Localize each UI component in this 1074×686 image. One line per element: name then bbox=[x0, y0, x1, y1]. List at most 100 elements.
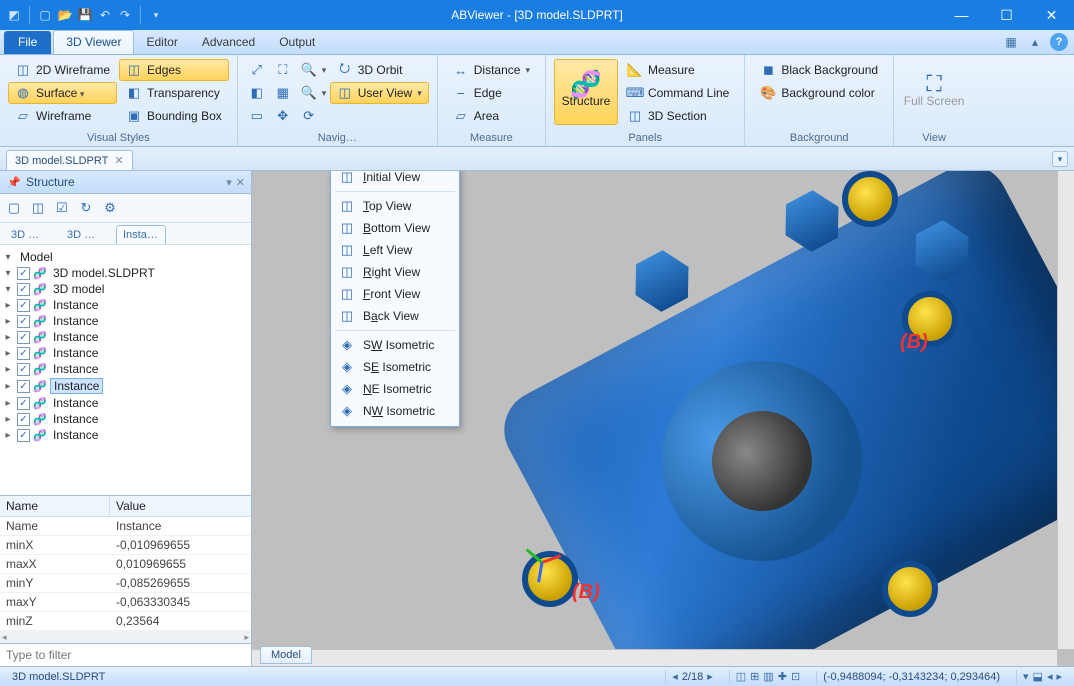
toolbar-icon-2[interactable]: ◫ bbox=[28, 198, 48, 218]
prev-page-icon[interactable]: ◂ bbox=[672, 670, 678, 683]
distance-button[interactable]: ↔Distance bbox=[446, 59, 537, 81]
wireframe2d-button[interactable]: ◫2D Wireframe bbox=[8, 59, 117, 81]
minimize-button[interactable]: — bbox=[939, 0, 984, 30]
menu-top-view[interactable]: ◫Top View bbox=[331, 195, 459, 217]
structure-tree[interactable]: ▾Model ▾✓🧬3D model.SLDPRT ▾✓🧬3D model ▸✓… bbox=[0, 245, 251, 495]
tab-file[interactable]: File bbox=[4, 31, 51, 54]
property-row[interactable]: maxY-0,063330345 bbox=[0, 593, 251, 612]
status-icon-8[interactable]: ◂ bbox=[1047, 670, 1053, 683]
help-icon[interactable]: ? bbox=[1050, 33, 1068, 51]
menu-ne-isometric[interactable]: ◈NE Isometric bbox=[331, 378, 459, 400]
nav-icon-8[interactable]: ✥ bbox=[272, 105, 296, 127]
menu-nw-isometric[interactable]: ◈NW Isometric bbox=[331, 400, 459, 422]
menu-initial-view[interactable]: ◫Initial View bbox=[331, 171, 459, 188]
zoom-dropdown[interactable]: 🔍 bbox=[298, 59, 328, 81]
property-row[interactable]: minY-0,085269655 bbox=[0, 574, 251, 593]
subtab-3dm-2[interactable]: 3D mo… bbox=[60, 225, 110, 244]
status-icon-9[interactable]: ▸ bbox=[1056, 670, 1062, 683]
prop-scrollbar[interactable]: ◂▸ bbox=[0, 631, 251, 643]
viewport-vscrollbar[interactable] bbox=[1057, 171, 1074, 649]
tab-editor[interactable]: Editor bbox=[134, 31, 189, 54]
undo-icon[interactable]: ↶ bbox=[97, 7, 113, 23]
orbit3d-button[interactable]: ⭮3D Orbit bbox=[330, 59, 429, 81]
menu-bottom-view[interactable]: ◫Bottom View bbox=[331, 217, 459, 239]
menu-right-view[interactable]: ◫Right View bbox=[331, 261, 459, 283]
command-line-button[interactable]: ⌨Command Line bbox=[620, 82, 736, 104]
toolbar-icon-1[interactable]: ▢ bbox=[4, 198, 24, 218]
status-icon-7[interactable]: ⬓ bbox=[1033, 670, 1043, 683]
measure-panel-button[interactable]: 📐Measure bbox=[620, 59, 736, 81]
dock-icon[interactable]: ▾ bbox=[226, 176, 232, 189]
subtab-instance[interactable]: Instance bbox=[116, 225, 166, 244]
status-icon-1[interactable]: ◫ bbox=[736, 670, 746, 683]
tree-node-instance[interactable]: ▸✓🧬Instance bbox=[2, 297, 249, 313]
tree-node-model[interactable]: ▾✓🧬3D model bbox=[2, 281, 249, 297]
document-tab[interactable]: 3D model.SLDPRT ✕ bbox=[6, 150, 133, 170]
close-button[interactable]: ✕ bbox=[1029, 0, 1074, 30]
status-icon-5[interactable]: ⊡ bbox=[791, 670, 800, 683]
tree-node-instance[interactable]: ▸✓🧬Instance bbox=[2, 395, 249, 411]
maximize-button[interactable]: ☐ bbox=[984, 0, 1029, 30]
toolbar-icon-3[interactable]: ☑ bbox=[52, 198, 72, 218]
transparency-button[interactable]: ◧Transparency bbox=[119, 82, 229, 104]
structure-panel-button[interactable]: 🧬 Structure bbox=[554, 59, 618, 125]
menu-se-isometric[interactable]: ◈SE Isometric bbox=[331, 356, 459, 378]
status-icon-2[interactable]: ⊞ bbox=[750, 670, 759, 683]
nav-icon-1[interactable]: ⤢ bbox=[246, 59, 270, 81]
full-screen-button[interactable]: ⛶ Full Screen bbox=[902, 59, 966, 125]
status-icon-4[interactable]: ✚ bbox=[778, 670, 787, 683]
close-tab-icon[interactable]: ✕ bbox=[114, 154, 123, 167]
tree-node-instance[interactable]: ▸✓🧬Instance bbox=[2, 427, 249, 443]
tree-node-instance[interactable]: ▸✓🧬Instance bbox=[2, 313, 249, 329]
property-row[interactable]: minX-0,010969655 bbox=[0, 536, 251, 555]
nav-icon-2[interactable]: ⛶ bbox=[272, 59, 296, 81]
nav-icon-7[interactable]: ▭ bbox=[246, 105, 270, 127]
menu-left-view[interactable]: ◫Left View bbox=[331, 239, 459, 261]
section3d-button[interactable]: ◫3D Section bbox=[620, 105, 736, 127]
menu-front-view[interactable]: ◫Front View bbox=[331, 283, 459, 305]
subtab-3dm-1[interactable]: 3D m… bbox=[4, 225, 54, 244]
tree-node-instance[interactable]: ▸✓🧬Instance bbox=[2, 329, 249, 345]
surface-button[interactable]: ◍Surface bbox=[8, 82, 117, 104]
tab-output[interactable]: Output bbox=[267, 31, 327, 54]
qat-dropdown-icon[interactable]: ▾ bbox=[148, 7, 164, 23]
zoomout-dropdown[interactable]: 🔍 bbox=[298, 82, 328, 104]
area-button[interactable]: ▱Area bbox=[446, 105, 537, 127]
tab-advanced[interactable]: Advanced bbox=[190, 31, 267, 54]
toolbar-icon-4[interactable]: ↻ bbox=[76, 198, 96, 218]
redo-icon[interactable]: ↷ bbox=[117, 7, 133, 23]
tree-node-root[interactable]: ▾Model bbox=[2, 249, 249, 265]
status-icon-6[interactable]: ▾ bbox=[1023, 670, 1029, 683]
bg-color-button[interactable]: 🎨Background color bbox=[753, 82, 885, 104]
3d-viewport[interactable]: (B) (B) ◫Initial View ◫Top View ◫Bottom … bbox=[252, 171, 1074, 666]
menu-sw-isometric[interactable]: ◈SW Isometric bbox=[331, 334, 459, 356]
tree-node-file[interactable]: ▾✓🧬3D model.SLDPRT bbox=[2, 265, 249, 281]
tree-node-instance-selected[interactable]: ▸✓🧬Instance bbox=[2, 377, 249, 395]
wireframe-button[interactable]: ▱Wireframe bbox=[8, 105, 117, 127]
edges-button[interactable]: ◫Edges bbox=[119, 59, 229, 81]
nav-icon-4[interactable]: ◧ bbox=[246, 82, 270, 104]
bounding-box-button[interactable]: ▣Bounding Box bbox=[119, 105, 229, 127]
property-row[interactable]: maxX0,010969655 bbox=[0, 555, 251, 574]
pin-icon[interactable]: 📌 bbox=[6, 174, 22, 190]
layout-icon[interactable]: ▦ bbox=[1002, 33, 1020, 51]
panel-close-icon[interactable]: ✕ bbox=[236, 176, 245, 189]
toolbar-icon-5[interactable]: ⚙ bbox=[100, 198, 120, 218]
property-row[interactable]: NameInstance bbox=[0, 517, 251, 536]
menu-back-view[interactable]: ◫Back View bbox=[331, 305, 459, 327]
new-icon[interactable]: ▢ bbox=[37, 7, 53, 23]
filter-input[interactable] bbox=[0, 644, 251, 666]
nav-icon-5[interactable]: ▦ bbox=[272, 82, 296, 104]
next-page-icon[interactable]: ▸ bbox=[707, 670, 713, 683]
tab-3d-viewer[interactable]: 3D Viewer bbox=[53, 30, 134, 54]
property-row[interactable]: minZ0,23564 bbox=[0, 612, 251, 631]
black-bg-button[interactable]: ◼Black Background bbox=[753, 59, 885, 81]
tree-node-instance[interactable]: ▸✓🧬Instance bbox=[2, 361, 249, 377]
viewport-tab-model[interactable]: Model bbox=[260, 646, 312, 664]
edge-button[interactable]: ⎯Edge bbox=[446, 82, 537, 104]
open-icon[interactable]: 📂 bbox=[57, 7, 73, 23]
tree-node-instance[interactable]: ▸✓🧬Instance bbox=[2, 411, 249, 427]
tree-node-instance[interactable]: ▸✓🧬Instance bbox=[2, 345, 249, 361]
tabs-overflow-icon[interactable]: ▾ bbox=[1052, 151, 1068, 167]
save-icon[interactable]: 💾 bbox=[77, 7, 93, 23]
